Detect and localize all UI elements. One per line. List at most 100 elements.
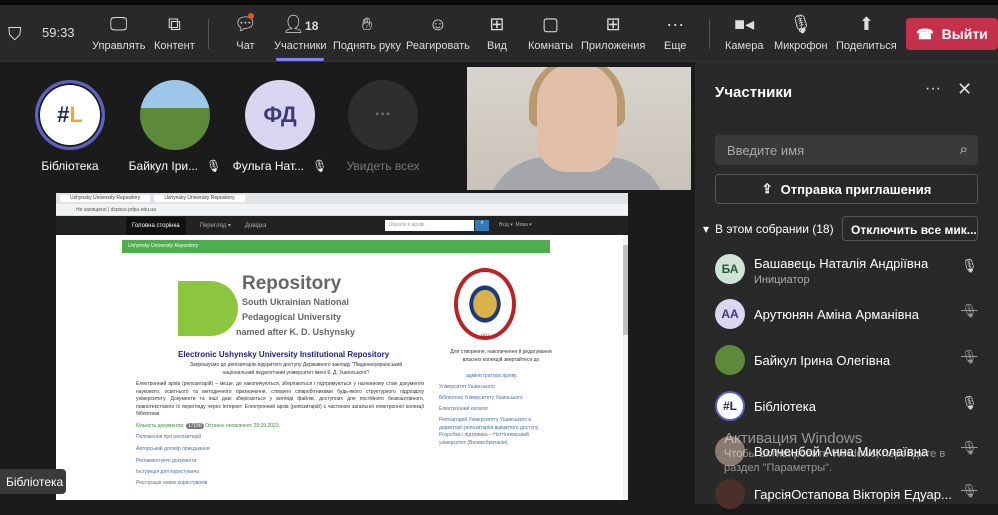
- avatar: [715, 479, 745, 509]
- participant-row[interactable]: Волченбой Анна Миколаївна 🎙︎: [715, 432, 985, 472]
- presenter-label: Бібліотека: [0, 469, 66, 494]
- participant-row[interactable]: #L Бібліотека 🎙︎: [715, 387, 985, 427]
- chat-button[interactable]: 💬︎ Чат: [234, 13, 257, 52]
- rooms-button[interactable]: ▢ Комнаты: [528, 13, 573, 52]
- apps-button[interactable]: ⊞ Приложения: [581, 13, 645, 52]
- view-button[interactable]: ⊞ Вид: [487, 13, 507, 52]
- browser-tab[interactable]: Ushynsky University Repository: [60, 195, 151, 202]
- active-tab-indicator: [276, 58, 324, 61]
- react-button[interactable]: ☺ Реагировать: [406, 13, 470, 52]
- link[interactable]: Реєстрація нових користувачів: [136, 480, 207, 486]
- mic-off-icon: 🎙︎: [206, 159, 222, 173]
- tile-name: Байкул Іри...: [128, 159, 199, 173]
- microphone-button[interactable]: 🎙︎ Микрофон: [774, 13, 828, 52]
- close-icon[interactable]: ✕: [957, 79, 972, 100]
- people-icon: 👤︎18: [282, 14, 319, 34]
- link[interactable]: Репозитарій Університету Ушинського в ди…: [439, 417, 549, 447]
- more-button[interactable]: ··· Еще: [664, 13, 686, 52]
- camera-icon: ■◂: [734, 14, 755, 34]
- avatar: ФД: [245, 80, 315, 150]
- university-seal: 1817: [454, 268, 516, 340]
- link[interactable]: Бібліотека Університету Ушинського: [439, 395, 523, 401]
- tile-name: Бібліотека: [41, 159, 99, 173]
- description-text: Електронний архів (репозитарій) – місце,…: [136, 381, 424, 417]
- more-icon: ···: [348, 80, 418, 150]
- link[interactable]: Положення про репозитарій: [136, 434, 201, 440]
- content-button[interactable]: ⧉ Контент: [154, 13, 195, 52]
- mic-icon[interactable]: 🎙︎: [961, 395, 978, 411]
- site-nav: Головна сторінка Перегляд ▾ Довідка: [56, 216, 628, 235]
- nav-home[interactable]: Головна сторінка: [126, 216, 186, 235]
- avatar: БА: [715, 254, 745, 284]
- participant-row[interactable]: ГарсіяОстапова Вікторія Едуар... 🎙︎: [715, 475, 985, 515]
- react-icon: ☺: [428, 14, 448, 34]
- mic-off-icon: 🎙︎: [312, 159, 328, 173]
- link[interactable]: Регламентуючі документи: [136, 458, 196, 464]
- search-icon: ⌕: [959, 141, 968, 158]
- meeting-toolbar: ⛉ 59:33 🖵 Управлять ⧉ Контент 💬︎ Чат 👤︎18 Уч…: [0, 5, 998, 62]
- login-menu[interactable]: Вхід ▾ Мова ▾: [499, 222, 532, 228]
- shield-icon[interactable]: ⛉: [8, 23, 22, 45]
- address-bar[interactable]: Не захищено | dspace.pdpu.edu.ua: [56, 204, 628, 216]
- tile-name: Фульга Нат...: [232, 159, 305, 173]
- tile-library[interactable]: # L Бібліотека: [25, 80, 115, 173]
- section-toggle[interactable]: ▾ В этом собрании (18): [703, 222, 834, 236]
- participants-button[interactable]: 👤︎18 Участники: [274, 13, 327, 52]
- avatar: АА: [715, 299, 745, 329]
- tile-fulga[interactable]: ФД Фульга Нат... 🎙︎: [232, 80, 328, 173]
- mic-off-icon[interactable]: 🎙︎: [961, 483, 978, 499]
- participant-name: Башавець Наталія Андріївна: [754, 256, 929, 271]
- shared-screen: Ushynsky University Repository Ushynsky U…: [56, 193, 628, 500]
- welcome-text: Запрошуємо до репозитарію відкритого дос…: [189, 362, 403, 376]
- link[interactable]: Інструкція для користувача: [136, 469, 199, 475]
- manage-button[interactable]: 🖵 Управлять: [92, 13, 145, 52]
- share-icon: ⬆: [858, 14, 874, 34]
- link[interactable]: Електронний каталог: [439, 406, 488, 412]
- meeting-timer: 59:33: [42, 25, 75, 40]
- chat-badge: [248, 13, 254, 19]
- raise-hand-button[interactable]: ✋︎ Поднять руку: [333, 13, 401, 52]
- share-icon: ⇪: [761, 181, 773, 196]
- browser-tabs: Ushynsky University Repository Ushynsky U…: [56, 193, 628, 204]
- site-search-input[interactable]: Шукати в архіві: [385, 220, 474, 231]
- search-icon[interactable]: ⌕: [475, 220, 489, 231]
- see-all-button[interactable]: ··· Увидеть всех: [338, 80, 428, 173]
- link[interactable]: Університет Ушинського: [439, 384, 495, 390]
- nav-help[interactable]: Довідка: [245, 223, 267, 229]
- link[interactable]: Авторський договір приєднання: [136, 446, 210, 452]
- link[interactable]: адміністратора архіву.: [466, 373, 517, 379]
- more-icon[interactable]: ···: [925, 80, 941, 98]
- participant-role: Инициатор: [754, 274, 810, 286]
- participant-row[interactable]: Байкул Ірина Олегівна 🎙︎: [715, 341, 985, 381]
- logo-text: Repository South Ukrainian National Peda…: [236, 273, 356, 337]
- mic-off-icon[interactable]: 🎙︎: [961, 303, 978, 319]
- mic-icon[interactable]: 🎙︎: [961, 258, 978, 274]
- tile-baikul[interactable]: Байкул Іри... 🎙︎: [128, 80, 222, 173]
- panel-title: Участники: [715, 84, 793, 101]
- participant-name: ГарсіяОстапова Вікторія Едуар...: [754, 487, 952, 502]
- send-invite-button[interactable]: ⇪ Отправка приглашения: [715, 174, 978, 204]
- nav-browse[interactable]: Перегляд ▾: [200, 222, 231, 229]
- camera-button[interactable]: ■◂ Камера: [725, 13, 763, 52]
- see-all-label: Увидеть всех: [346, 159, 420, 173]
- participant-row[interactable]: БА Башавець Наталія Андріївна Инициатор …: [715, 250, 985, 290]
- browser-tab[interactable]: Ushynsky University Repository: [154, 195, 245, 202]
- name-search-input[interactable]: Введите имя ⌕: [715, 135, 978, 165]
- avatar: #L: [35, 80, 105, 150]
- participant-row[interactable]: АА Арутюнян Аміна Арманівна 🎙︎: [715, 295, 985, 335]
- share-button[interactable]: ⬆ Поделиться: [836, 13, 897, 52]
- repository-logo: [178, 281, 238, 336]
- mic-off-icon[interactable]: 🎙︎: [961, 440, 978, 456]
- participant-name: Бібліотека: [754, 399, 816, 414]
- mic-off-icon[interactable]: 🎙︎: [961, 349, 978, 365]
- view-icon: ⊞: [489, 14, 505, 34]
- repository-title: Electronic Ushynsky University Instituti…: [178, 350, 390, 359]
- leave-button[interactable]: ☎ Выйти: [906, 18, 998, 50]
- apps-icon: ⊞: [605, 14, 621, 34]
- scrollbar[interactable]: [623, 235, 628, 500]
- manage-icon: 🖵: [110, 14, 128, 34]
- participant-name: Байкул Ірина Олегівна: [754, 353, 891, 368]
- participant-name: Волченбой Анна Миколаївна: [754, 444, 929, 459]
- mute-all-button[interactable]: Отключить все мик...: [842, 216, 978, 241]
- participants-panel: Участники ··· ✕ Введите имя ⌕ ⇪ Отправка п…: [695, 62, 998, 509]
